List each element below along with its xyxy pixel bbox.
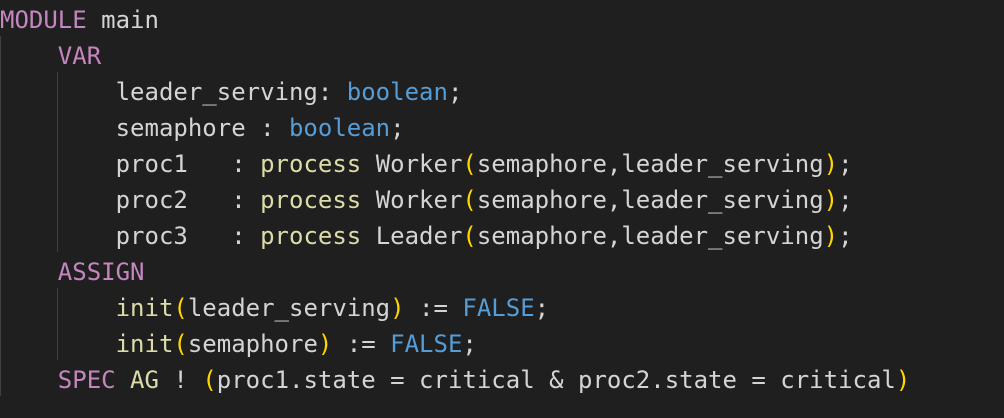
- code-token: main: [86, 6, 159, 34]
- code-line-2[interactable]: VAR: [0, 38, 101, 74]
- code-token: Worker: [361, 186, 463, 214]
- code-token: ): [895, 366, 911, 394]
- code-token: ): [390, 294, 405, 322]
- code-token: proc2 :: [0, 186, 261, 214]
- code-token: Worker: [361, 150, 463, 178]
- code-token: :=: [332, 330, 391, 358]
- code-token: (: [202, 366, 217, 394]
- code-line-3[interactable]: leader_serving: boolean;: [0, 74, 463, 110]
- code-token: (: [173, 330, 188, 358]
- code-line-6[interactable]: proc2 : process Worker(semaphore,leader_…: [0, 182, 853, 218]
- code-line-4[interactable]: semaphore : boolean;: [0, 110, 405, 146]
- code-token: boolean: [346, 78, 448, 106]
- code-token: (: [173, 294, 188, 322]
- code-line-7[interactable]: proc3 : process Leader(semaphore,leader_…: [0, 218, 853, 254]
- code-token: init: [115, 330, 174, 358]
- code-token: init: [115, 294, 174, 322]
- code-token: ;: [838, 222, 853, 250]
- code-token: !: [158, 366, 203, 394]
- code-line-9[interactable]: init(leader_serving) := FALSE;: [0, 290, 550, 326]
- code-token: Leader: [361, 222, 463, 250]
- code-token: FALSE: [462, 294, 535, 322]
- code-token: ;: [838, 150, 853, 178]
- code-token: ;: [838, 186, 853, 214]
- code-line-10[interactable]: init(semaphore) := FALSE;: [0, 326, 477, 362]
- code-token: AG: [130, 366, 159, 394]
- code-line-1[interactable]: MODULE main: [0, 2, 159, 38]
- code-line-8[interactable]: ASSIGN: [0, 254, 145, 290]
- code-token: boolean: [288, 114, 391, 142]
- code-token: ): [823, 186, 839, 214]
- code-token: proc1 :: [0, 150, 261, 178]
- code-token: semaphore,leader_serving: [476, 222, 824, 250]
- code-token: ;: [462, 330, 477, 358]
- code-editor[interactable]: MODULE main VAR leader_serving: boolean;…: [0, 0, 1004, 418]
- code-line-11[interactable]: SPEC AG ! (proc1.state = critical & proc…: [0, 362, 911, 398]
- code-token: ;: [390, 114, 405, 142]
- code-token: semaphore :: [0, 114, 289, 142]
- code-token: SPEC: [57, 366, 116, 394]
- code-token: ): [823, 222, 839, 250]
- code-token: proc3 :: [0, 222, 261, 250]
- code-token: (: [462, 222, 477, 250]
- code-token: process: [260, 222, 362, 250]
- code-token: VAR: [57, 42, 102, 70]
- code-token: process: [260, 186, 362, 214]
- code-token: (: [462, 150, 477, 178]
- code-token: FALSE: [390, 330, 463, 358]
- code-token: semaphore,leader_serving: [476, 186, 824, 214]
- code-token: ;: [534, 294, 550, 322]
- code-token: ): [317, 330, 333, 358]
- code-token: ;: [447, 78, 463, 106]
- code-token: ASSIGN: [57, 258, 145, 286]
- code-token: semaphore: [187, 330, 318, 358]
- code-token: process: [260, 150, 362, 178]
- code-token: :=: [404, 294, 463, 322]
- code-token: leader_serving:: [0, 78, 347, 106]
- code-token: ): [823, 150, 839, 178]
- code-token: MODULE: [0, 6, 87, 34]
- code-token: (: [462, 186, 477, 214]
- code-token: leader_serving: [187, 294, 391, 322]
- code-token: proc1.state = critical & proc2.state = c…: [216, 366, 896, 394]
- code-line-5[interactable]: proc1 : process Worker(semaphore,leader_…: [0, 146, 853, 182]
- code-token: semaphore,leader_serving: [476, 150, 824, 178]
